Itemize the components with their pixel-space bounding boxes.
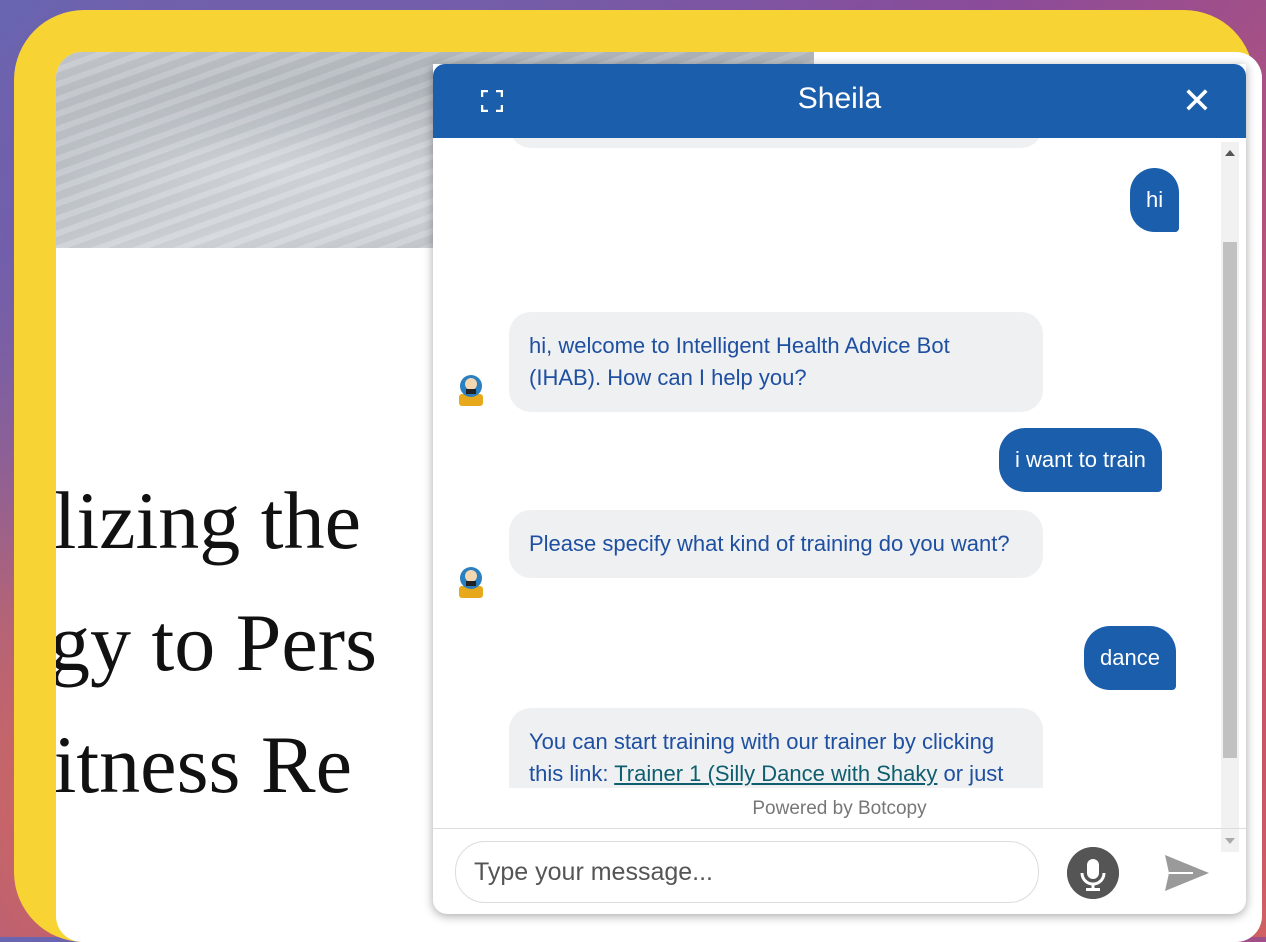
scroll-up-icon[interactable] xyxy=(1225,150,1235,156)
message-text: Please specify what kind of training do … xyxy=(529,531,1010,556)
composer xyxy=(433,828,1246,914)
message-scrollbar[interactable] xyxy=(1221,142,1239,852)
bot-message: hi, welcome to Intelligent Health Advice… xyxy=(509,312,1043,412)
message-text: hi, welcome to Intelligent Health Advice… xyxy=(529,333,950,390)
user-message: dance xyxy=(1084,626,1176,690)
chat-header: Sheila ✕ xyxy=(433,64,1246,138)
bot-message: You can start training with our trainer … xyxy=(509,708,1043,788)
bot-avatar-icon xyxy=(459,567,483,598)
close-icon[interactable]: ✕ xyxy=(1182,83,1212,119)
send-icon[interactable] xyxy=(1163,853,1211,893)
bot-message-partial xyxy=(509,138,1043,148)
message-list: hi hi, welcome to Intelligent Health Adv… xyxy=(433,138,1219,788)
bot-avatar-icon xyxy=(459,375,483,406)
scroll-thumb[interactable] xyxy=(1223,242,1237,758)
user-message: hi xyxy=(1130,168,1180,232)
message-input[interactable] xyxy=(455,841,1039,903)
chat-title: Sheila xyxy=(797,82,882,115)
chat-widget: Sheila ✕ hi hi, welcome to Intelligent H… xyxy=(433,64,1246,914)
powered-by-label: Powered by Botcopy xyxy=(752,798,927,819)
microphone-icon[interactable] xyxy=(1067,847,1119,899)
user-message: i want to train xyxy=(999,428,1162,492)
trainer-link[interactable]: Trainer 1 (Silly Dance with Shaky xyxy=(614,761,937,786)
message-text: dance xyxy=(1100,645,1160,670)
message-text: hi xyxy=(1146,187,1164,212)
message-text: i want to train xyxy=(1015,447,1146,472)
bot-message: Please specify what kind of training do … xyxy=(509,510,1043,578)
